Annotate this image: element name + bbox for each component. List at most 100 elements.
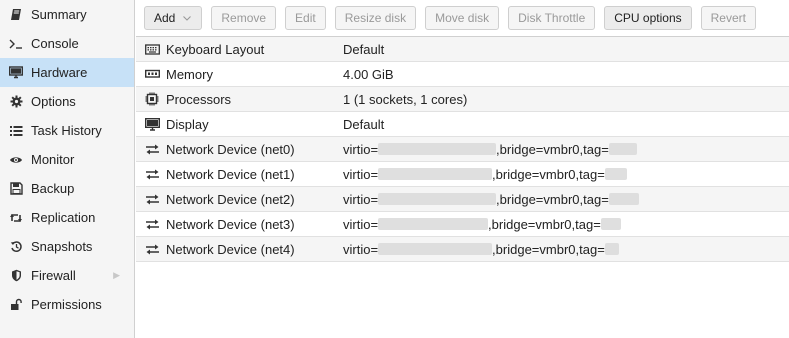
table-row[interactable]: Network Device (net1) virtio= ,bridge=vm… [136,162,789,187]
cpu-icon [141,92,163,106]
row-key: Memory [166,66,213,82]
history-icon [8,239,24,255]
sidebar-item-label: Backup [31,181,75,196]
value-middle: ,bridge=vmbr0,tag= [492,241,605,257]
row-key: Keyboard Layout [166,41,265,57]
row-value: Default [343,41,385,57]
value-prefix: virtio= [343,216,379,232]
table-row[interactable]: Memory 4.00 GiB [136,62,789,87]
move-disk-button[interactable]: Move disk [425,6,500,30]
row-value: virtio= ,bridge=vmbr0,tag= [343,242,789,257]
redacted-tag [600,218,621,230]
sidebar-item-label: Permissions [31,297,102,312]
redacted-mac [378,218,489,230]
table-row[interactable]: Network Device (net3) virtio= ,bridge=vm… [136,212,789,237]
redacted-tag [608,143,637,155]
row-value: 1 (1 sockets, 1 cores) [343,91,468,107]
sidebar-item-label: Console [31,36,79,51]
row-value: virtio= ,bridge=vmbr0,tag= [343,192,789,207]
memory-icon [141,69,163,79]
exchange-icon [141,194,163,205]
sidebar-item-label: Replication [31,210,96,225]
unlock-icon [8,297,24,313]
row-value: virtio= ,bridge=vmbr0,tag= [343,142,789,157]
terminal-icon [8,36,24,52]
exchange-icon [141,244,163,255]
sidebar-item-task-history[interactable]: Task History [0,116,134,145]
cpu-options-button[interactable]: CPU options [604,6,692,30]
remove-button[interactable]: Remove [211,6,277,30]
table-row[interactable]: Network Device (net0) virtio= ,bridge=vm… [136,137,789,162]
resize-disk-button[interactable]: Resize disk [334,6,417,30]
table-row[interactable]: Processors 1 (1 sockets, 1 cores) [136,87,789,112]
row-value: 4.00 GiB [343,66,394,82]
row-key: Network Device (net1) [166,166,295,182]
value-prefix: virtio= [343,141,379,157]
exchange-icon [141,144,163,155]
sidebar-item-snapshots[interactable]: Snapshots [0,232,134,261]
value-middle: ,bridge=vmbr0,tag= [488,216,601,232]
disk-throttle-button[interactable]: Disk Throttle [508,6,596,30]
value-prefix: virtio= [343,166,379,182]
redacted-mac [378,143,497,155]
row-value: Default [343,116,385,132]
monitor-icon [141,117,163,131]
sidebar-item-label: Options [31,94,76,109]
sidebar-item-label: Summary [31,7,87,22]
table-row[interactable]: Keyboard Layout Default [136,37,789,62]
table-row[interactable]: Network Device (net2) virtio= ,bridge=vm… [136,187,789,212]
sidebar-item-console[interactable]: Console [0,29,134,58]
floppy-icon [8,181,24,197]
chevron-down-icon [182,13,192,23]
gear-icon [8,94,24,110]
book-icon [8,7,24,23]
desktop-icon [8,65,24,81]
sidebar-item-backup[interactable]: Backup [0,174,134,203]
redacted-tag [608,193,639,205]
row-key: Network Device (net3) [166,216,295,232]
row-key: Network Device (net2) [166,191,295,207]
redacted-tag [604,243,619,255]
redacted-mac [378,168,493,180]
value-middle: ,bridge=vmbr0,tag= [496,141,609,157]
sidebar-item-permissions[interactable]: Permissions [0,290,134,319]
exchange-icon [141,169,163,180]
revert-button[interactable]: Revert [700,6,756,30]
sidebar-item-hardware[interactable]: Hardware [0,58,134,87]
sidebar-item-replication[interactable]: Replication [0,203,134,232]
keyboard-icon [141,43,163,55]
sidebar-item-label: Monitor [31,152,75,167]
list-icon [8,123,24,139]
eye-icon [8,152,24,168]
sidebar-item-label: Task History [31,123,102,138]
sidebar-item-label: Firewall [31,268,76,283]
row-key: Network Device (net0) [166,141,295,157]
row-key: Display [166,116,209,132]
value-middle: ,bridge=vmbr0,tag= [496,191,609,207]
add-button-label: Add [154,11,176,25]
row-key: Network Device (net4) [166,241,295,257]
chevron-right-icon[interactable]: ▶ [113,270,120,281]
sidebar-item-label: Hardware [31,65,88,80]
shield-icon [8,268,24,284]
value-prefix: virtio= [343,241,379,257]
redacted-mac [378,243,493,255]
sidebar-item-monitor[interactable]: Monitor [0,145,134,174]
sidebar-item-options[interactable]: Options [0,87,134,116]
table-row[interactable]: Display Default [136,112,789,137]
row-value: virtio= ,bridge=vmbr0,tag= [343,217,789,232]
exchange-icon [141,219,163,230]
hardware-panel: Add Remove Edit Resize disk Move disk Di… [136,0,789,338]
hardware-grid: Keyboard Layout Default Memory 4.00 GiB … [136,37,789,262]
edit-button[interactable]: Edit [285,6,326,30]
sidebar-item-summary[interactable]: Summary [0,0,134,29]
sidebar-item-label: Snapshots [31,239,93,254]
redacted-mac [378,193,497,205]
value-prefix: virtio= [343,191,379,207]
sidebar-item-firewall[interactable]: Firewall ▶ [0,261,134,290]
sidebar: Summary Console Hardware Options Task Hi… [0,0,135,338]
row-key: Processors [166,91,232,107]
redacted-tag [604,168,627,180]
add-button[interactable]: Add [144,6,203,30]
table-row[interactable]: Network Device (net4) virtio= ,bridge=vm… [136,237,789,262]
